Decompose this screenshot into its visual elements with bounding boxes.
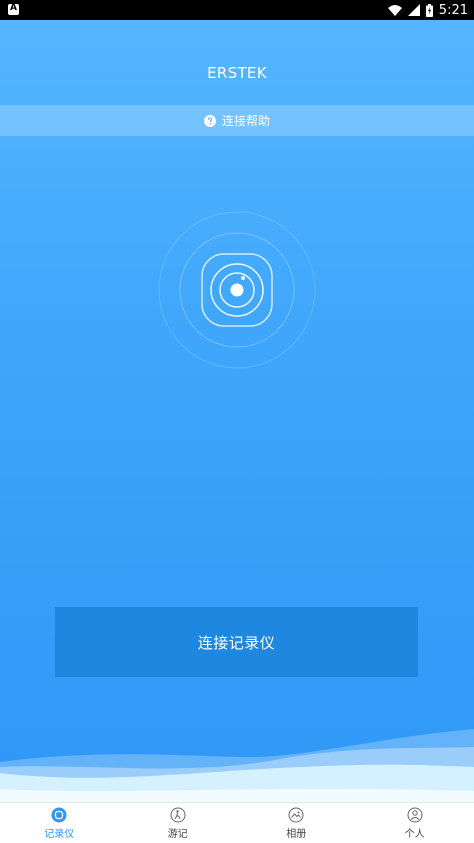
help-icon [204, 115, 216, 127]
connection-help-label: 连接帮助 [222, 112, 270, 129]
page-title: ERSTEK [0, 64, 474, 82]
nav-item-profile[interactable]: 个人 [356, 803, 474, 843]
status-bar: 5:21 [0, 0, 474, 20]
travel-notes-icon [170, 807, 186, 823]
dashcam-icon [157, 210, 317, 370]
nav-label: 游记 [168, 825, 188, 840]
nav-item-recorder[interactable]: 记录仪 [0, 803, 119, 843]
nav-item-album[interactable]: 相册 [237, 803, 356, 843]
nav-label: 个人 [405, 825, 425, 840]
status-time: 5:21 [439, 3, 468, 18]
battery-icon [426, 4, 433, 17]
nav-label: 记录仪 [44, 825, 74, 840]
decorative-waves [0, 715, 474, 802]
app-screen: ERSTEK 连接帮助 连接记录仪 [0, 20, 474, 802]
status-icons: 5:21 [388, 0, 468, 20]
connect-recorder-button[interactable]: 连接记录仪 [55, 607, 418, 677]
album-icon [288, 807, 304, 823]
connection-help-link[interactable]: 连接帮助 [0, 105, 474, 136]
notification-icon [8, 4, 19, 15]
nav-item-travel-notes[interactable]: 游记 [119, 803, 238, 843]
bottom-navigation: 记录仪 游记 相册 个人 [0, 802, 474, 843]
wifi-icon [388, 5, 402, 16]
signal-icon [408, 4, 420, 16]
recorder-icon [51, 807, 67, 823]
profile-icon [407, 807, 423, 823]
nav-label: 相册 [286, 825, 306, 840]
